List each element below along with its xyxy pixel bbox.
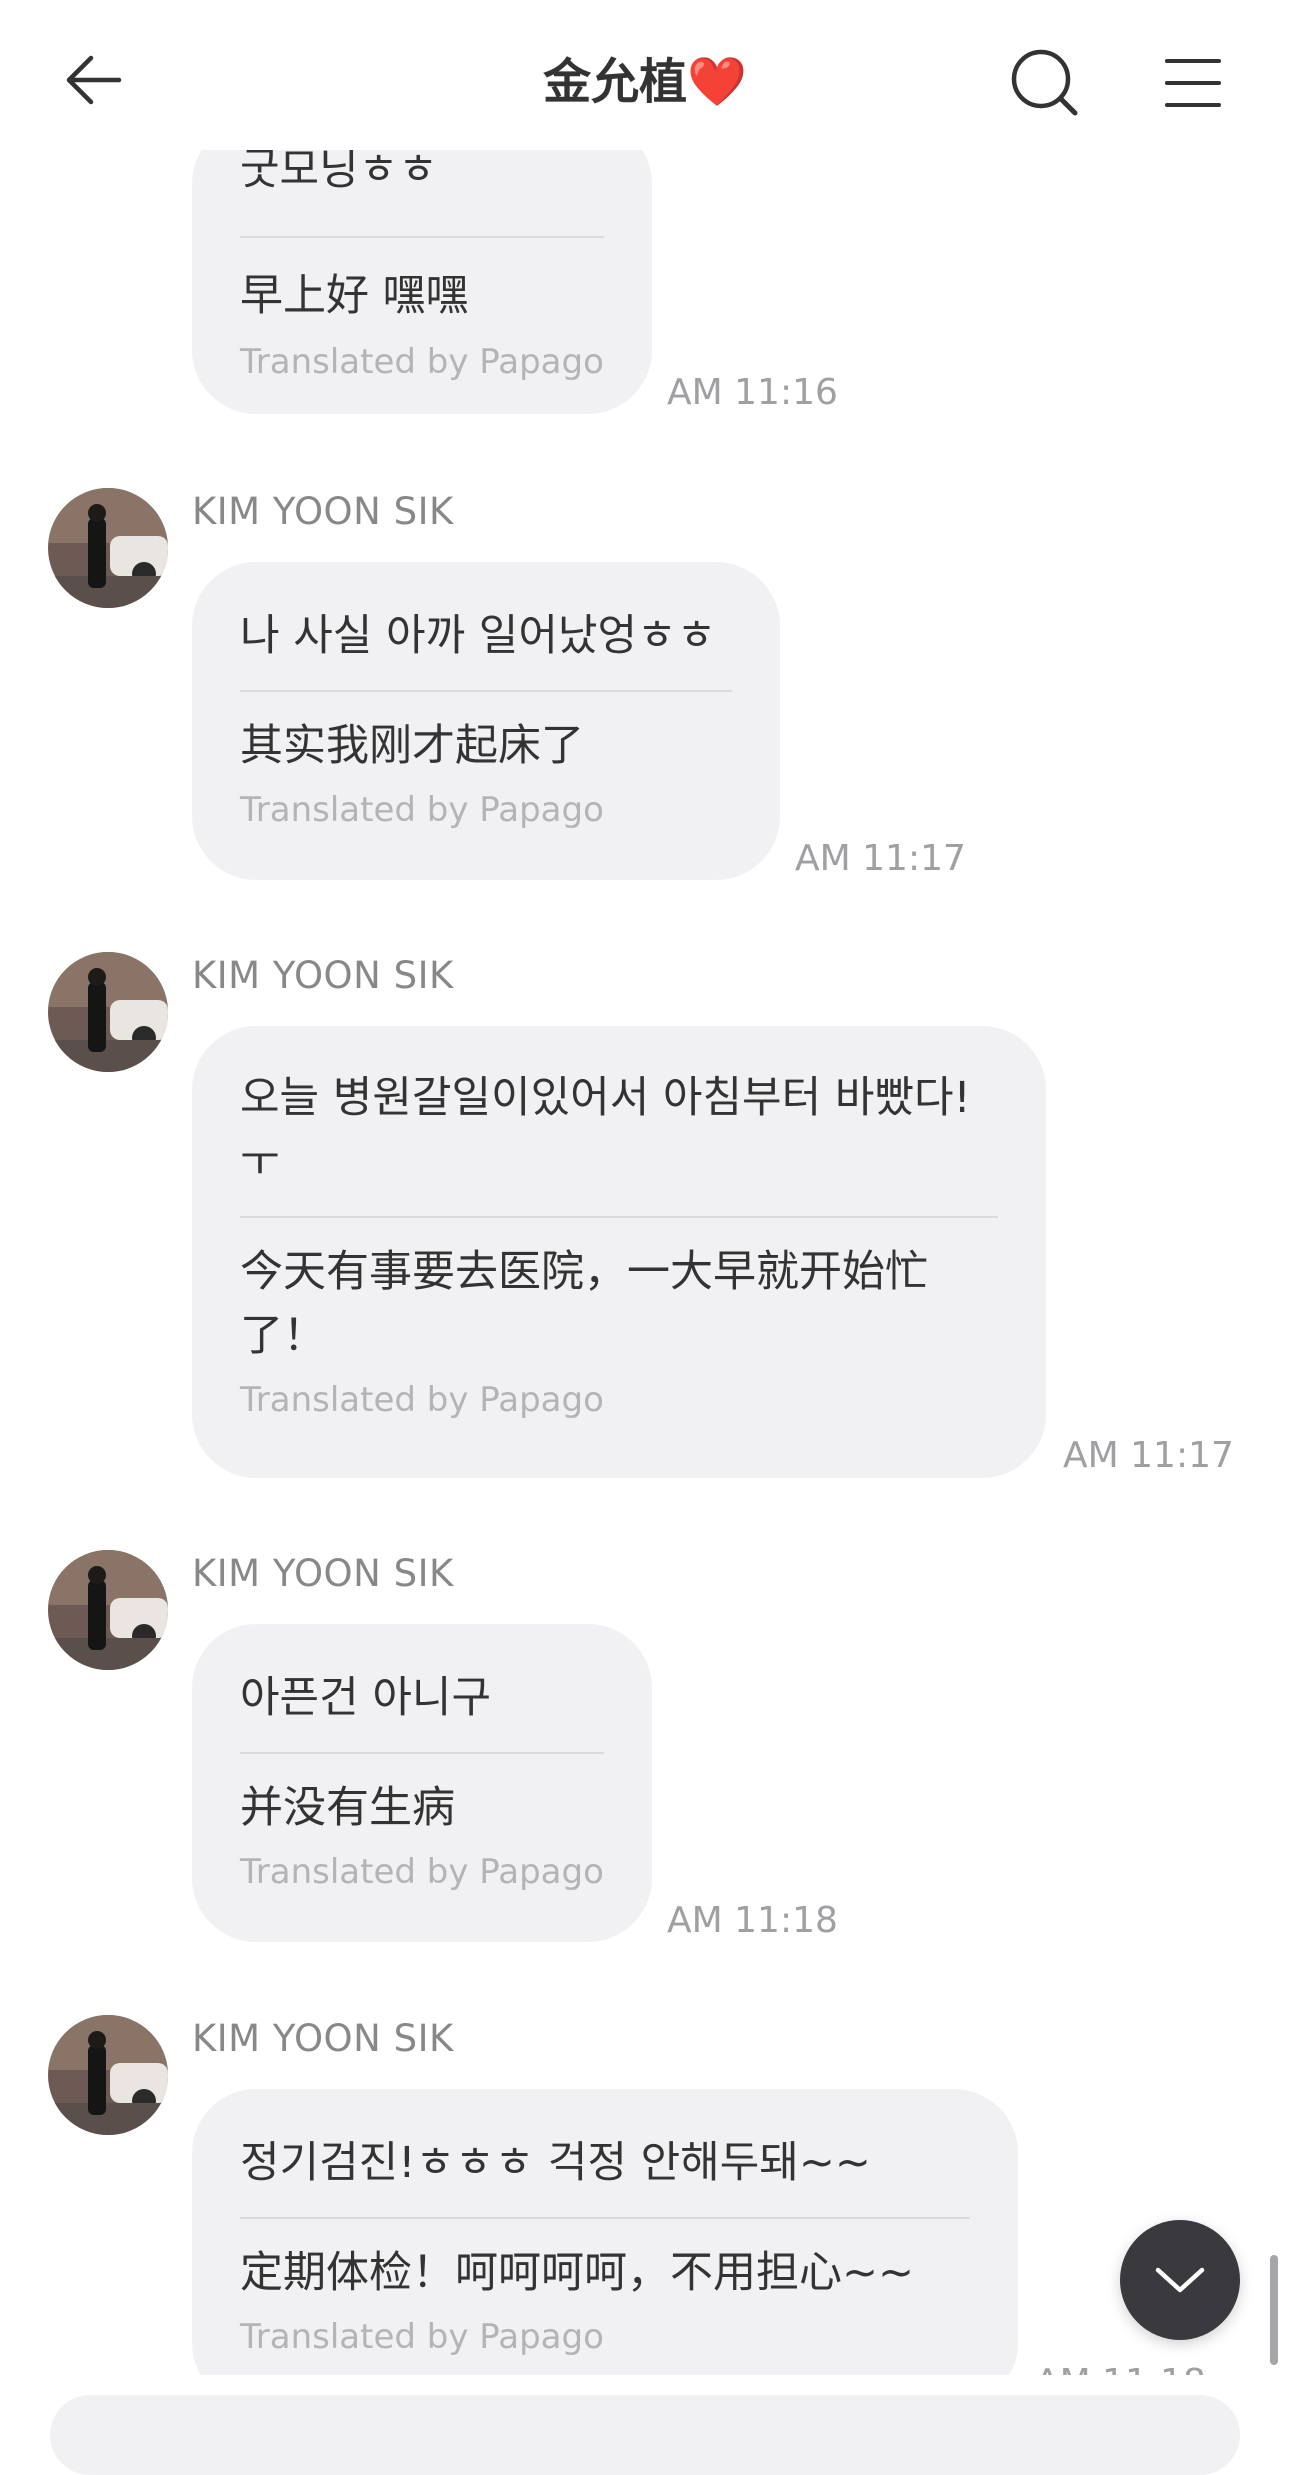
papago-credit: Translated by Papago: [240, 1852, 604, 1892]
avatar-photo: [48, 952, 168, 1072]
search-icon: [1011, 49, 1078, 116]
message-bubble[interactable]: 굿모닝ㅎㅎ 早上好 嘿嘿 Translated by Papago: [192, 120, 652, 414]
translation-divider: [240, 690, 732, 692]
translation-divider: [240, 2217, 970, 2219]
message-original-text: 오늘 병원갈일이있어서 아침부터 바빴다! ㅜ: [240, 1073, 971, 1187]
message-translation-text: 其实我刚才起床了: [240, 721, 584, 771]
message-time: AM 11:18: [667, 1900, 838, 1941]
avatar-photo: [48, 488, 168, 608]
translation-divider: [240, 236, 604, 238]
avatar[interactable]: [48, 488, 168, 608]
sender-name: KIM YOON SIK: [192, 2017, 454, 2060]
papago-credit: Translated by Papago: [240, 2317, 604, 2357]
chat-header: 金允植❤️: [0, 0, 1290, 150]
message-translation-text: 定期体检！呵呵呵呵，不用担心~~: [240, 2248, 915, 2298]
chat-title-text: 金允植: [543, 54, 688, 110]
chevron-down-icon: [1155, 2267, 1205, 2293]
message-translation-text: 早上好 嘿嘿: [240, 271, 469, 321]
sender-name: KIM YOON SIK: [192, 954, 454, 997]
sender-name: KIM YOON SIK: [192, 490, 454, 533]
message-bubble[interactable]: 아픈건 아니구 并没有生病 Translated by Papago: [192, 1624, 652, 1942]
sender-name: KIM YOON SIK: [192, 1552, 454, 1595]
message-bubble[interactable]: 나 사실 아까 일어났엉ㅎㅎ 其实我刚才起床了 Translated by Pa…: [192, 562, 780, 880]
message-input-bar[interactable]: [50, 2395, 1240, 2475]
message-original-text: 정기검진!ㅎㅎㅎ 걱정 안해두돼~~: [240, 2138, 871, 2188]
heart-emoji: ❤️: [687, 54, 747, 110]
message-time: AM 11:17: [1063, 1435, 1234, 1476]
message-translation-text: 今天有事要去医院，一大早就开始忙了！: [240, 1247, 928, 1361]
papago-credit: Translated by Papago: [240, 342, 604, 382]
message-bubble[interactable]: 정기검진!ㅎㅎㅎ 걱정 안해두돼~~ 定期体检！呵呵呵呵，不用担心~~ Tran…: [192, 2089, 1018, 2407]
papago-credit: Translated by Papago: [240, 790, 604, 830]
translation-divider: [240, 1752, 604, 1754]
chat-list[interactable]: 굿모닝ㅎㅎ 早上好 嘿嘿 Translated by Papago AM 11:…: [0, 0, 1290, 2421]
menu-button[interactable]: [1148, 38, 1238, 128]
avatar-photo: [48, 2015, 168, 2135]
avatar[interactable]: [48, 1550, 168, 1670]
avatar-photo: [48, 1550, 168, 1670]
translation-divider: [240, 1216, 998, 1218]
papago-credit: Translated by Papago: [240, 1380, 604, 1420]
message-original-text: 나 사실 아까 일어났엉ㅎㅎ: [240, 611, 717, 661]
search-button[interactable]: [1000, 38, 1090, 128]
message-translation-text: 并没有生病: [240, 1783, 455, 1833]
message-time: AM 11:16: [667, 372, 838, 413]
hamburger-menu-icon: [1165, 59, 1221, 107]
avatar[interactable]: [48, 2015, 168, 2135]
message-original-text: 아픈건 아니구: [240, 1673, 492, 1723]
avatar[interactable]: [48, 952, 168, 1072]
scrollbar-thumb[interactable]: [1270, 2255, 1278, 2365]
message-bubble[interactable]: 오늘 병원갈일이있어서 아침부터 바빴다! ㅜ 今天有事要去医院，一大早就开始忙…: [192, 1026, 1046, 1478]
scroll-to-bottom-button[interactable]: [1120, 2220, 1240, 2340]
message-time: AM 11:17: [795, 838, 966, 879]
chat-title: 金允植❤️: [0, 42, 1290, 122]
